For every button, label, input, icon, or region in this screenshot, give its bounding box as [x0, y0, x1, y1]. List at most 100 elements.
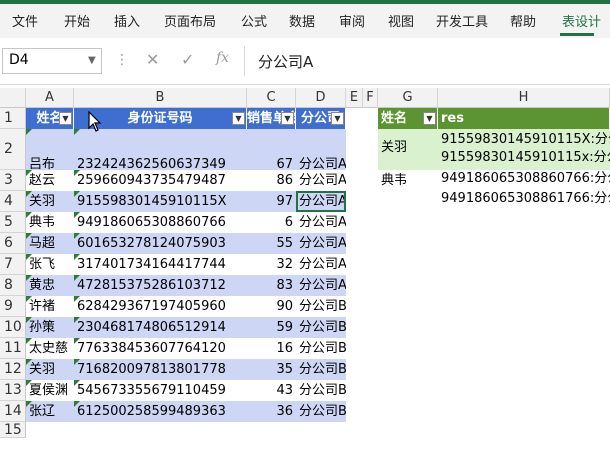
table-cell-id[interactable]: 628429367197405960 [74, 296, 247, 317]
ribbon-tab[interactable]: 审阅 [339, 11, 365, 30]
table-cell-branch[interactable]: 分公司B [296, 338, 346, 359]
table-cell-amount[interactable]: 16 [247, 338, 296, 359]
table-cell-branch[interactable]: 分公司A [296, 233, 346, 254]
table-cell-name[interactable]: 孙策 [26, 317, 74, 338]
cancel-icon[interactable]: ✕ [146, 50, 159, 69]
ribbon-tab[interactable]: 表设计 [562, 11, 601, 30]
filter-dropdown-icon[interactable]: ▼ [59, 112, 72, 125]
column-header[interactable]: F [363, 88, 378, 108]
table-cell-amount[interactable]: 59 [247, 317, 296, 338]
row-header[interactable]: 9 [0, 296, 26, 317]
formula-input[interactable]: 分公司A [258, 51, 313, 72]
row-header[interactable]: 4 [0, 191, 26, 212]
row-header[interactable]: 14 [0, 401, 26, 422]
table-cell-name[interactable]: 关羽 [26, 191, 74, 212]
table-cell-amount[interactable]: 83 [247, 275, 296, 296]
table-cell-amount[interactable]: 55 [247, 233, 296, 254]
column-header[interactable]: D [296, 88, 346, 108]
table-cell-name[interactable]: 许褚 [26, 296, 74, 317]
select-all-corner[interactable] [0, 88, 26, 108]
table-cell-id[interactable]: 612500258599489363 [74, 401, 247, 422]
table2-cell-name[interactable]: 典韦 [378, 170, 438, 211]
filter-dropdown-icon[interactable]: ▼ [423, 112, 436, 125]
table-cell-id[interactable]: 949186065308860766 [74, 212, 247, 233]
row-header[interactable]: 2 [0, 129, 26, 170]
table-cell-amount[interactable]: 36 [247, 401, 296, 422]
table-cell-branch[interactable]: 分公司A [296, 275, 346, 296]
row-header[interactable]: 13 [0, 380, 26, 401]
row-header[interactable]: 12 [0, 359, 26, 380]
ribbon-tab[interactable]: 页面布局 [164, 11, 216, 30]
confirm-icon[interactable]: ✓ [181, 50, 194, 69]
table-cell-name[interactable]: 典韦 [26, 212, 74, 233]
table-cell-amount[interactable]: 86 [247, 170, 296, 191]
table-cell-branch[interactable]: 分公司B [296, 296, 346, 317]
row-header[interactable]: 5 [0, 212, 26, 233]
table-cell-name[interactable]: 吕布 [26, 129, 74, 170]
filter-dropdown-icon[interactable]: ▼ [232, 112, 245, 125]
table2-header[interactable]: res [438, 108, 610, 129]
table-cell-id[interactable]: 716820097813801778 [74, 359, 247, 380]
row-header[interactable]: 1 [0, 108, 26, 129]
table-cell-branch[interactable]: 分公司B [296, 317, 346, 338]
table-cell-branch[interactable]: 分公司B [296, 359, 346, 380]
column-header[interactable]: A [26, 88, 74, 108]
row-header[interactable]: 3 [0, 170, 26, 191]
table-cell-branch[interactable]: 分公司A [296, 212, 346, 233]
row-header[interactable]: 10 [0, 317, 26, 338]
table-cell-id[interactable]: 232424362560637349 [74, 129, 247, 170]
ribbon-tab[interactable]: 视图 [388, 11, 414, 30]
table2-cell-res-line2[interactable]: 91559830145910115x:分公 [438, 149, 610, 169]
name-box[interactable]: D4 [2, 48, 102, 74]
table-cell-amount[interactable]: 6 [247, 212, 296, 233]
table-cell-name[interactable]: 夏侯渊 [26, 380, 74, 401]
ribbon-tab[interactable]: 开始 [64, 11, 90, 30]
table-cell-id[interactable]: 317401734164417744 [74, 254, 247, 275]
table2-cell-name[interactable]: 关羽 [378, 129, 438, 170]
table2-cell-res[interactable]: 949186065308860766:分公 [438, 170, 610, 190]
column-header[interactable]: E [346, 88, 363, 108]
table-cell-branch[interactable]: 分公司B [296, 380, 346, 401]
table-cell-id[interactable]: 259660943735479487 [74, 170, 247, 191]
table-cell-amount[interactable]: 35 [247, 359, 296, 380]
table-cell-amount[interactable]: 43 [247, 380, 296, 401]
row-header[interactable]: 8 [0, 275, 26, 296]
filter-dropdown-icon[interactable]: ▼ [331, 112, 344, 125]
column-header[interactable]: B [74, 88, 247, 108]
table-cell-id[interactable]: 230468174806512914 [74, 317, 247, 338]
ribbon-tab[interactable]: 公式 [241, 11, 267, 30]
row-header[interactable]: 7 [0, 254, 26, 275]
table-cell-amount[interactable]: 90 [247, 296, 296, 317]
column-header[interactable]: H [438, 88, 610, 108]
table-cell-name[interactable]: 黄忠 [26, 275, 74, 296]
table-cell-id[interactable]: 601653278124075903 [74, 233, 247, 254]
table-cell-name[interactable]: 赵云 [26, 170, 74, 191]
row-header[interactable]: 11 [0, 338, 26, 359]
table-cell-branch[interactable]: 分公司A [296, 129, 346, 170]
table-cell-branch[interactable]: 分公司A [296, 254, 346, 275]
table-cell-id[interactable]: 91559830145910115X [74, 191, 247, 212]
table-cell-name[interactable]: 关羽 [26, 359, 74, 380]
table2-cell-res-line2[interactable]: 949186065308861766:分公 [438, 190, 610, 210]
ribbon-tab[interactable]: 插入 [114, 11, 140, 30]
table-cell-name[interactable]: 张辽 [26, 401, 74, 422]
table-cell-id[interactable]: 545673355679110459 [74, 380, 247, 401]
column-header[interactable]: G [378, 88, 438, 108]
table-cell-amount[interactable]: 97 [247, 191, 296, 212]
table-cell-branch[interactable]: 分公司B [296, 401, 346, 422]
row-header[interactable]: 6 [0, 233, 26, 254]
ribbon-tab[interactable]: 文件 [12, 11, 38, 30]
fx-icon[interactable]: fx [216, 50, 229, 66]
table-cell-id[interactable]: 776338453607764120 [74, 338, 247, 359]
spreadsheet-grid[interactable]: A B C D E F G H 1 2 3 4 5 6 7 8 9 10 11 12 13 14 15 姓名 ▼ 身份证号码 ▼ 销售… [0, 88, 610, 450]
chevron-down-icon[interactable]: ▼ [88, 55, 96, 66]
table-cell-branch[interactable]: 分公司A [296, 170, 346, 191]
table-cell-name[interactable]: 张飞 [26, 254, 74, 275]
table-cell-amount[interactable]: 32 [247, 254, 296, 275]
table-cell-name[interactable]: 马超 [26, 233, 74, 254]
ribbon-tab[interactable]: 开发工具 [436, 11, 488, 30]
filter-dropdown-icon[interactable]: ▼ [281, 112, 294, 125]
column-header[interactable]: C [247, 88, 296, 108]
ribbon-tab[interactable]: 帮助 [510, 11, 536, 30]
table-cell-id[interactable]: 472815375286103712 [74, 275, 247, 296]
